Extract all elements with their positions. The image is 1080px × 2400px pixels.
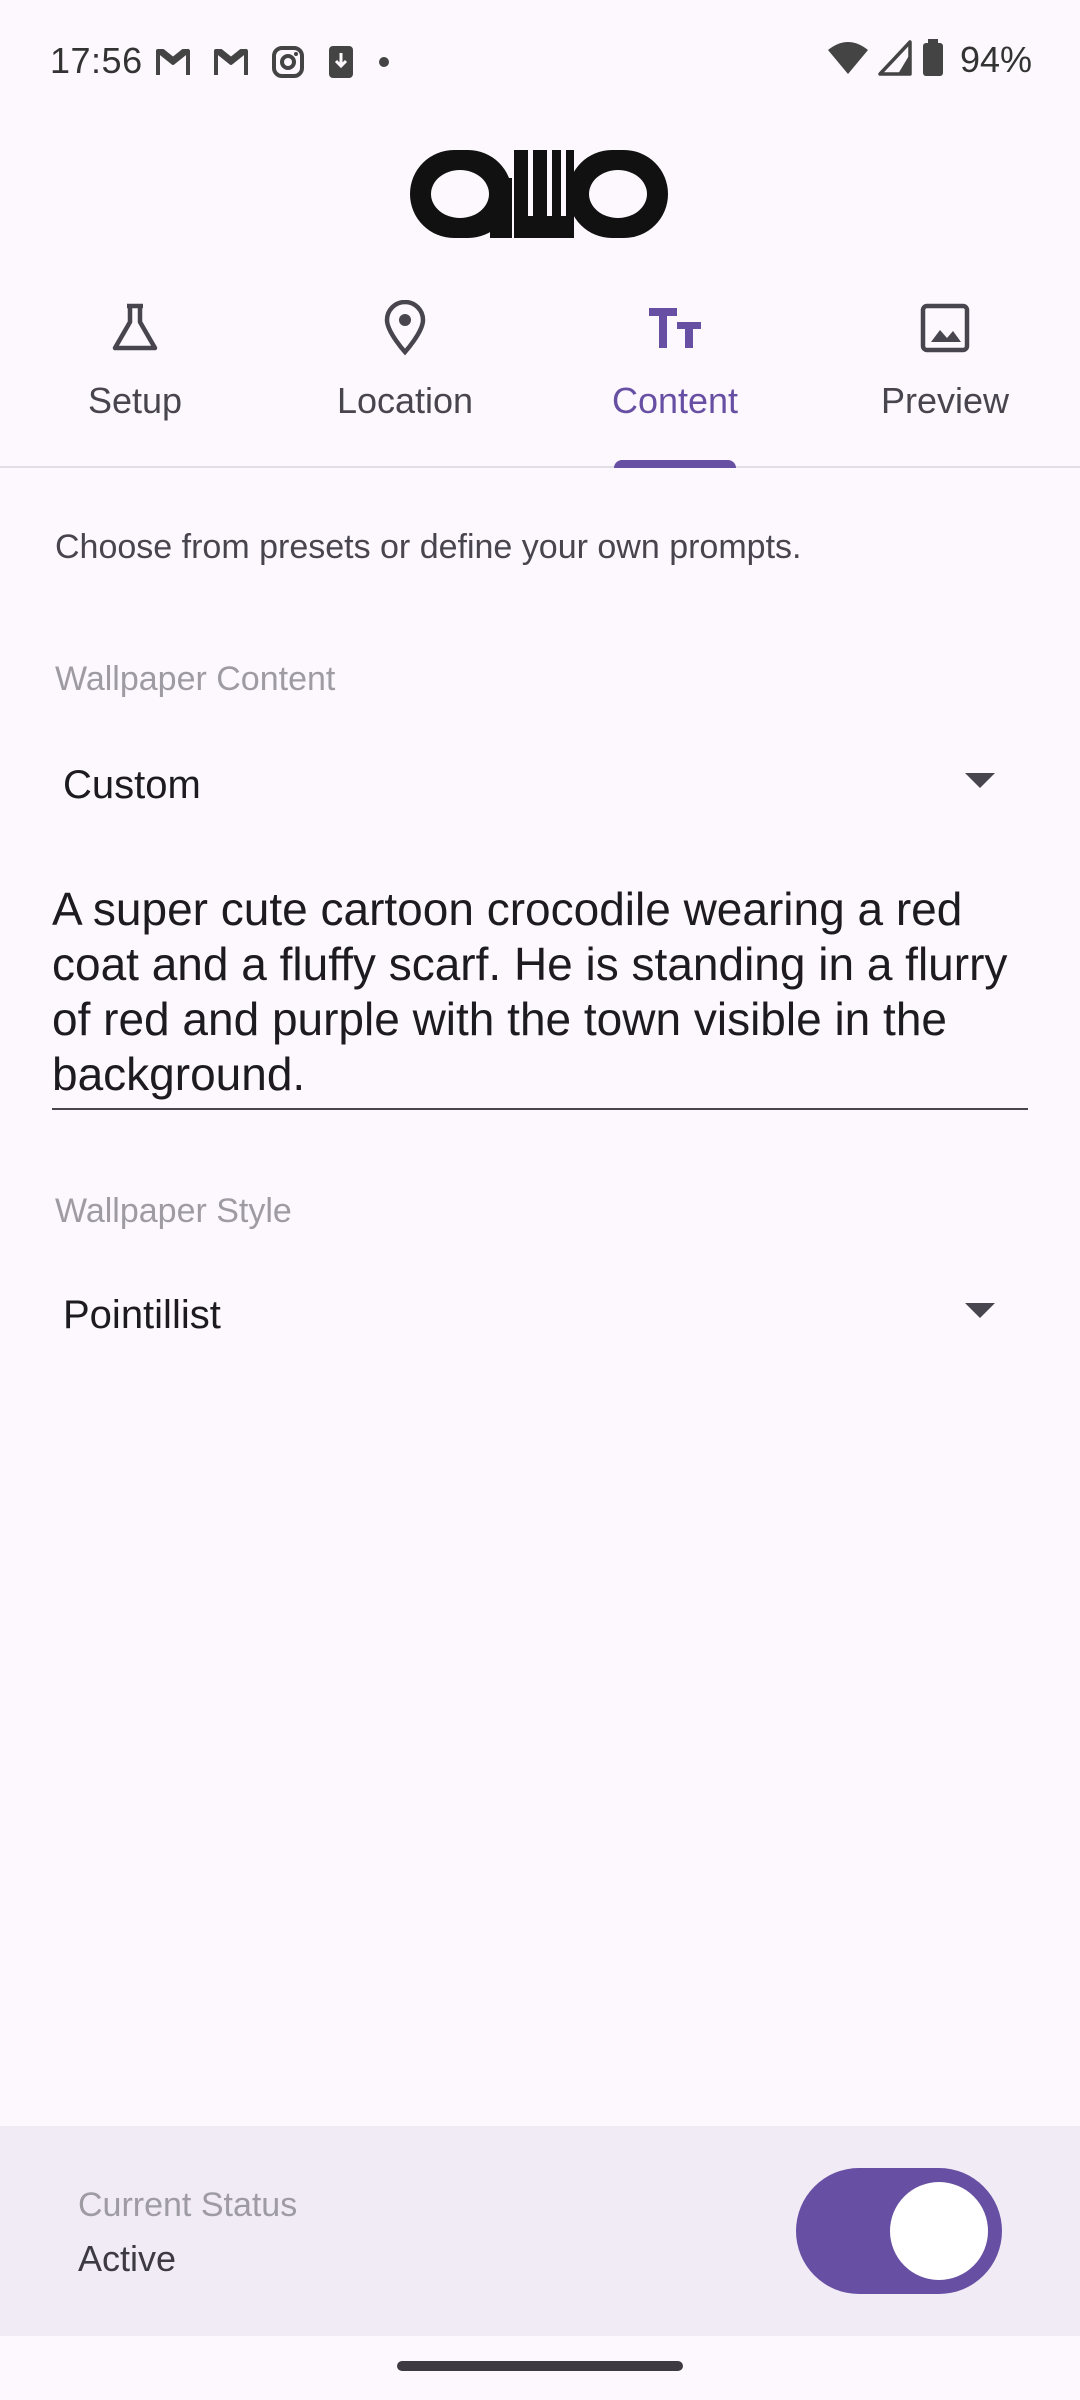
dropdown-arrow-icon	[965, 1303, 995, 1318]
current-status-value: Active	[78, 2238, 177, 2279]
tab-label: Setup	[87, 380, 183, 421]
wallpaper-style-dropdown[interactable]: Pointillist	[55, 1270, 1015, 1360]
page-description: Choose from presets or define your own p…	[55, 528, 802, 566]
toggle-thumb	[890, 2182, 988, 2280]
text-fields-icon	[645, 298, 705, 358]
tab-label: Content	[611, 380, 739, 421]
wallpaper-content-value: Custom	[63, 762, 201, 807]
tab-preview[interactable]: Preview	[810, 290, 1080, 466]
image-icon	[915, 298, 975, 358]
tab-bar: Setup Location Content Preview	[0, 290, 1080, 468]
signal-icon	[878, 39, 912, 81]
instagram-icon	[271, 45, 305, 84]
wallpaper-style-value: Pointillist	[63, 1292, 221, 1337]
gmail-icon	[213, 47, 249, 82]
wallpaper-content-label: Wallpaper Content	[55, 660, 336, 698]
tab-location[interactable]: Location	[270, 290, 540, 466]
status-panel: Current Status Active	[0, 2126, 1080, 2336]
tab-label: Preview	[880, 380, 1010, 421]
notification-icons	[155, 44, 391, 84]
home-indicator[interactable]	[397, 2361, 683, 2371]
status-time: 17:56	[50, 40, 143, 81]
dot-icon	[377, 55, 391, 74]
tab-setup[interactable]: Setup	[0, 290, 270, 466]
wifi-icon	[827, 40, 868, 81]
active-tab-indicator	[614, 460, 736, 468]
wallpaper-content-dropdown[interactable]: Custom	[55, 740, 1015, 830]
tab-content[interactable]: Content	[540, 290, 810, 466]
flask-icon	[105, 298, 165, 358]
prompt-text: A super cute cartoon crocodile wearing a…	[52, 883, 1008, 1100]
gmail-icon	[155, 47, 191, 82]
system-icons: 94%	[827, 38, 1032, 82]
tab-label: Location	[336, 380, 474, 421]
status-toggle[interactable]	[796, 2168, 1002, 2294]
dropdown-arrow-icon	[965, 773, 995, 788]
download-icon	[327, 44, 355, 85]
wallpaper-style-label: Wallpaper Style	[55, 1192, 292, 1230]
battery-icon	[922, 38, 944, 82]
battery-percentage: 94%	[959, 39, 1032, 80]
status-bar: 17:56 94%	[0, 0, 1080, 128]
current-status-label: Current Status	[78, 2186, 298, 2224]
prompt-input[interactable]: A super cute cartoon crocodile wearing a…	[52, 876, 1028, 1110]
app-logo	[408, 148, 670, 240]
location-pin-icon	[375, 298, 435, 358]
